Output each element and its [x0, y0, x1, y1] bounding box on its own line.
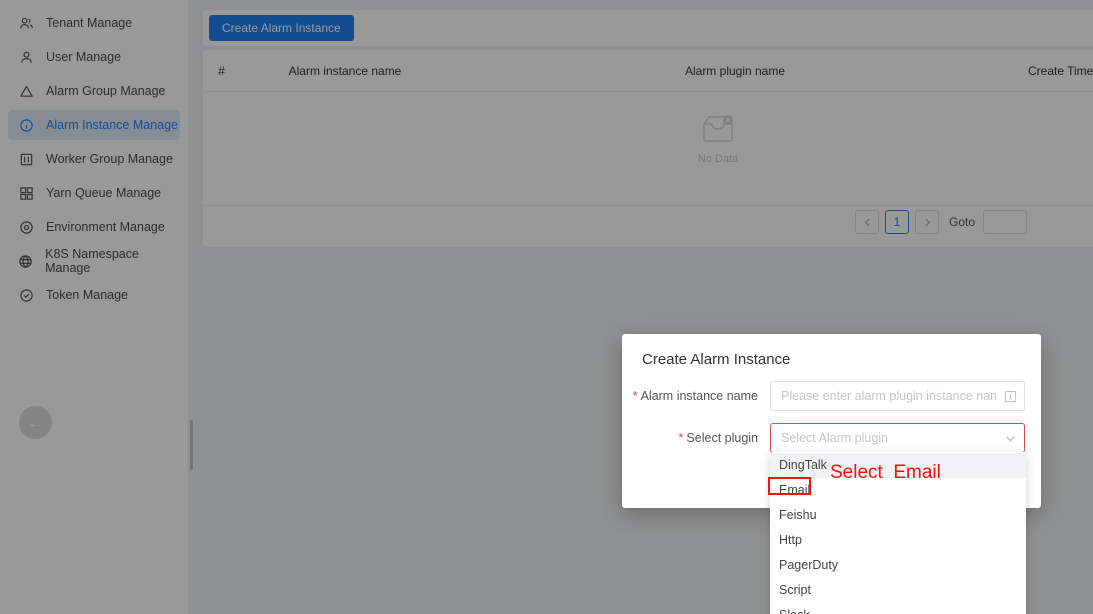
- dropdown-option-slack[interactable]: Slack: [770, 603, 1026, 614]
- select-plugin-row: *Select plugin: [622, 423, 1041, 453]
- alarm-instance-name-input[interactable]: [770, 381, 1025, 411]
- select-plugin-control: [770, 423, 1025, 453]
- input-counter-icon: [1003, 389, 1017, 403]
- alarm-instance-name-row: *Alarm instance name: [622, 381, 1041, 411]
- select-plugin-select[interactable]: [770, 423, 1025, 453]
- dropdown-option-pagerduty[interactable]: PagerDuty: [770, 553, 1026, 578]
- alarm-instance-name-control: [770, 381, 1025, 411]
- required-asterisk: *: [633, 389, 638, 403]
- dropdown-option-script[interactable]: Script: [770, 578, 1026, 603]
- chevron-down-icon: [1003, 431, 1017, 445]
- dropdown-option-feishu[interactable]: Feishu: [770, 503, 1026, 528]
- alarm-instance-name-label: *Alarm instance name: [622, 389, 770, 403]
- required-asterisk: *: [679, 431, 684, 445]
- modal-title: Create Alarm Instance: [642, 351, 790, 368]
- annotation-email-highlight-box: [768, 477, 811, 495]
- select-plugin-label: *Select plugin: [622, 431, 770, 445]
- annotation-select-email-text: Select Email: [830, 462, 941, 484]
- dropdown-option-http[interactable]: Http: [770, 528, 1026, 553]
